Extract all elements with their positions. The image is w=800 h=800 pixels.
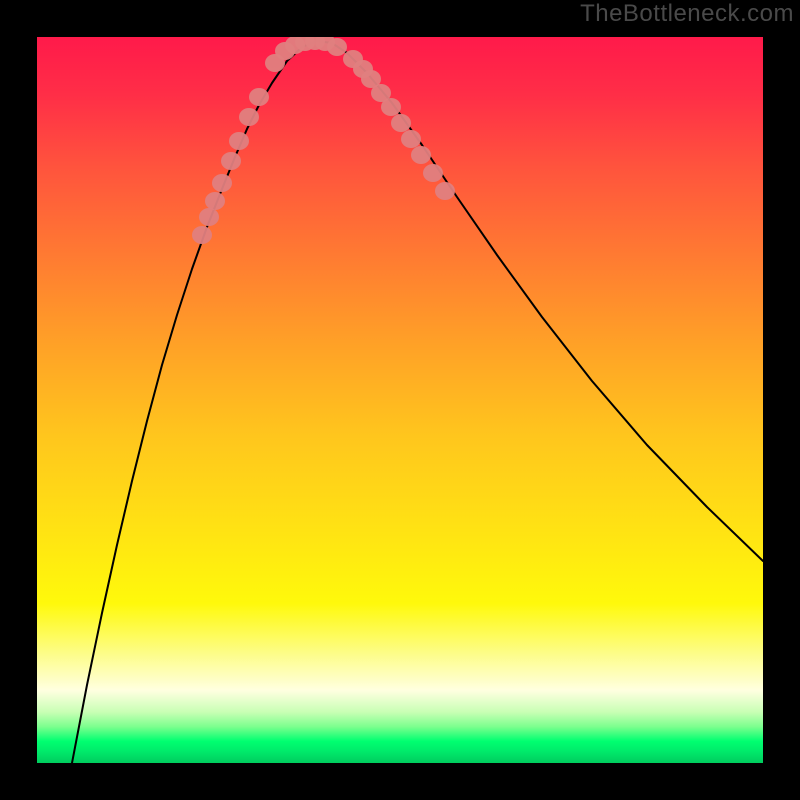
bead-left-7 bbox=[249, 88, 269, 106]
bead-left-1 bbox=[199, 208, 219, 226]
curve-layer bbox=[37, 37, 763, 763]
bead-left-6 bbox=[239, 108, 259, 126]
bead-right-7 bbox=[411, 146, 431, 164]
bead-right-5 bbox=[391, 114, 411, 132]
chart-stage: TheBottleneck.com bbox=[0, 0, 800, 800]
watermark-text: TheBottleneck.com bbox=[580, 0, 794, 28]
bead-right-4 bbox=[381, 98, 401, 116]
curve-beads bbox=[192, 37, 455, 244]
plot-area bbox=[37, 37, 763, 763]
bead-left-5 bbox=[229, 132, 249, 150]
bead-bottom-6 bbox=[327, 38, 347, 56]
bead-left-4 bbox=[221, 152, 241, 170]
bead-left-3 bbox=[212, 174, 232, 192]
bead-right-8 bbox=[423, 164, 443, 182]
bead-left-2 bbox=[205, 192, 225, 210]
bead-right-6 bbox=[401, 130, 421, 148]
bead-right-9 bbox=[435, 182, 455, 200]
bead-left-0 bbox=[192, 226, 212, 244]
